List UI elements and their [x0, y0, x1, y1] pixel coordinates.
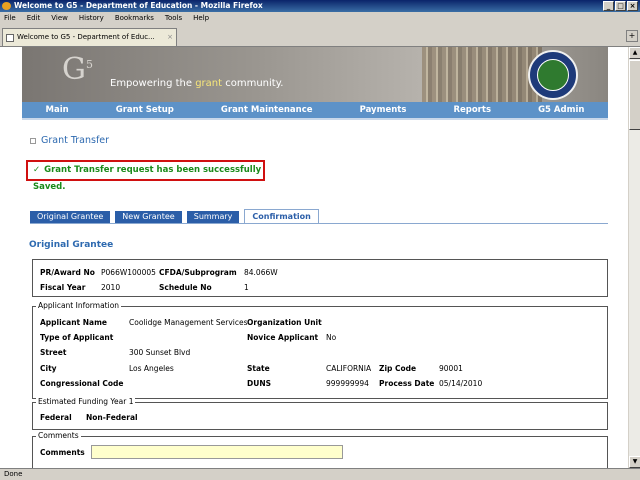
comments-field[interactable]: [91, 445, 343, 459]
firefox-icon: [2, 2, 11, 10]
comments-box: Comments Comments: [32, 431, 608, 468]
main-nav: Main Grant Setup Grant Maintenance Payme…: [22, 102, 608, 120]
applicant-info-box: Applicant Information Applicant Name Coo…: [32, 301, 608, 399]
scroll-up-icon[interactable]: ▲: [629, 47, 640, 59]
close-button[interactable]: ×: [627, 1, 638, 11]
tab-underline: [30, 223, 608, 224]
type-of-applicant-label: Type of Applicant: [40, 333, 114, 342]
applicant-name-label: Applicant Name: [40, 318, 107, 327]
state-label: State: [247, 364, 270, 373]
minimize-button[interactable]: _: [603, 1, 614, 11]
menu-history[interactable]: History: [79, 12, 104, 25]
menu-tools[interactable]: Tools: [165, 12, 182, 25]
tagline-post: community.: [222, 78, 284, 89]
page-heading-icon: [30, 137, 36, 144]
street-label: Street: [40, 348, 67, 357]
tagline-pre: Empowering the: [110, 78, 196, 89]
duns-label: DUNS: [247, 379, 271, 388]
browser-tab-label: Welcome to G5 - Department of Educ...: [17, 33, 155, 41]
seal-tree-icon: [537, 59, 569, 91]
logo-letter: G: [62, 52, 86, 87]
page-heading: Grant Transfer: [30, 135, 109, 146]
cfda-value: 84.066W: [244, 268, 278, 277]
zip-code-value: 90001: [439, 364, 463, 373]
menu-help[interactable]: Help: [193, 12, 209, 25]
applicant-info-legend: Applicant Information: [36, 301, 122, 310]
congressional-code-label: Congressional Code: [40, 379, 124, 388]
cfda-label: CFDA/Subprogram: [159, 268, 237, 277]
pr-award-label: PR/Award No: [40, 268, 95, 277]
section-title: Original Grantee: [29, 240, 114, 250]
window-controls: _ □ ×: [603, 1, 638, 11]
new-tab-button[interactable]: +: [626, 30, 638, 42]
window-title: Welcome to G5 - Department of Education …: [14, 1, 263, 10]
menu-view[interactable]: View: [51, 12, 68, 25]
estimated-funding-legend: Estimated Funding Year 1: [36, 397, 136, 406]
tab-new-grantee[interactable]: New Grantee: [115, 211, 182, 223]
checkmark-icon: ✓: [33, 165, 41, 175]
nav-main[interactable]: Main: [46, 105, 69, 115]
city-value: Los Angeles: [129, 364, 174, 373]
browser-tab-strip: Welcome to G5 - Department of Educ... × …: [0, 25, 640, 47]
street-value: 300 Sunset Blvd: [129, 348, 191, 357]
browser-tab[interactable]: Welcome to G5 - Department of Educ... ×: [2, 28, 177, 46]
pr-award-value: P066W100005: [101, 268, 156, 277]
status-bar: Done: [0, 468, 640, 480]
g5-logo: G5: [62, 52, 93, 87]
status-text: Done: [4, 470, 23, 478]
banner-tagline: Empowering the grant community.: [110, 78, 283, 89]
menu-file[interactable]: File: [4, 12, 16, 25]
vertical-scrollbar[interactable]: ▲ ▼: [628, 47, 640, 468]
process-date-value: 05/14/2010: [439, 379, 483, 388]
page-title: Grant Transfer: [41, 135, 110, 146]
department-seal-icon: [528, 50, 578, 100]
duns-value: 999999994: [326, 379, 369, 388]
award-box: PR/Award No P066W100005 CFDA/Subprogram …: [32, 259, 608, 297]
page-content: G5 Empowering the grant community. Main …: [0, 47, 628, 468]
novice-applicant-label: Novice Applicant: [247, 333, 319, 342]
nav-grant-maintenance[interactable]: Grant Maintenance: [221, 105, 313, 115]
zip-code-label: Zip Code: [379, 364, 417, 373]
success-message: ✓ Grant Transfer request has been success…: [26, 160, 265, 192]
page-favicon-icon: [6, 34, 14, 42]
maximize-button[interactable]: □: [615, 1, 626, 11]
novice-applicant-value: No: [326, 333, 337, 342]
schedule-no-label: Schedule No: [159, 283, 212, 292]
city-label: City: [40, 364, 57, 373]
schedule-no-value: 1: [244, 283, 249, 292]
applicant-name-value: Coolidge Management Services: [129, 318, 248, 327]
tab-original-grantee[interactable]: Original Grantee: [30, 211, 111, 223]
scroll-thumb[interactable]: [629, 60, 640, 130]
menu-edit[interactable]: Edit: [27, 12, 41, 25]
estimated-funding-box: Estimated Funding Year 1 Federal Non-Fed…: [32, 397, 608, 430]
fiscal-year-value: 2010: [101, 283, 121, 292]
tab-summary[interactable]: Summary: [186, 211, 240, 223]
menu-bookmarks[interactable]: Bookmarks: [115, 12, 154, 25]
tab-confirmation[interactable]: Confirmation: [244, 209, 319, 223]
organization-unit-label: Organization Unit: [247, 318, 322, 327]
tab-close-icon[interactable]: ×: [167, 29, 173, 46]
tagline-highlight: grant: [195, 78, 223, 89]
comments-legend: Comments: [36, 431, 81, 440]
comments-label: Comments: [40, 448, 85, 457]
federal-label: Federal: [40, 413, 72, 422]
nav-reports[interactable]: Reports: [453, 105, 491, 115]
fiscal-year-label: Fiscal Year: [40, 283, 86, 292]
nav-g5-admin[interactable]: G5 Admin: [538, 105, 584, 115]
window-titlebar: Welcome to G5 - Department of Education …: [0, 0, 640, 12]
nav-grant-setup[interactable]: Grant Setup: [116, 105, 174, 115]
wizard-tabs: Original Grantee New Grantee Summary Con…: [30, 209, 319, 223]
federal-value: Non-Federal: [86, 413, 138, 422]
bookshelf-image: [422, 47, 542, 102]
nav-payments[interactable]: Payments: [360, 105, 407, 115]
scroll-down-icon[interactable]: ▼: [629, 456, 640, 468]
site-banner: G5 Empowering the grant community.: [22, 47, 608, 102]
state-value: CALIFORNIA: [326, 364, 372, 373]
process-date-label: Process Date: [379, 379, 435, 388]
logo-sup: 5: [85, 58, 93, 71]
menu-bar: File Edit View History Bookmarks Tools H…: [0, 12, 640, 25]
success-text: Grant Transfer request has been successf…: [33, 165, 262, 192]
